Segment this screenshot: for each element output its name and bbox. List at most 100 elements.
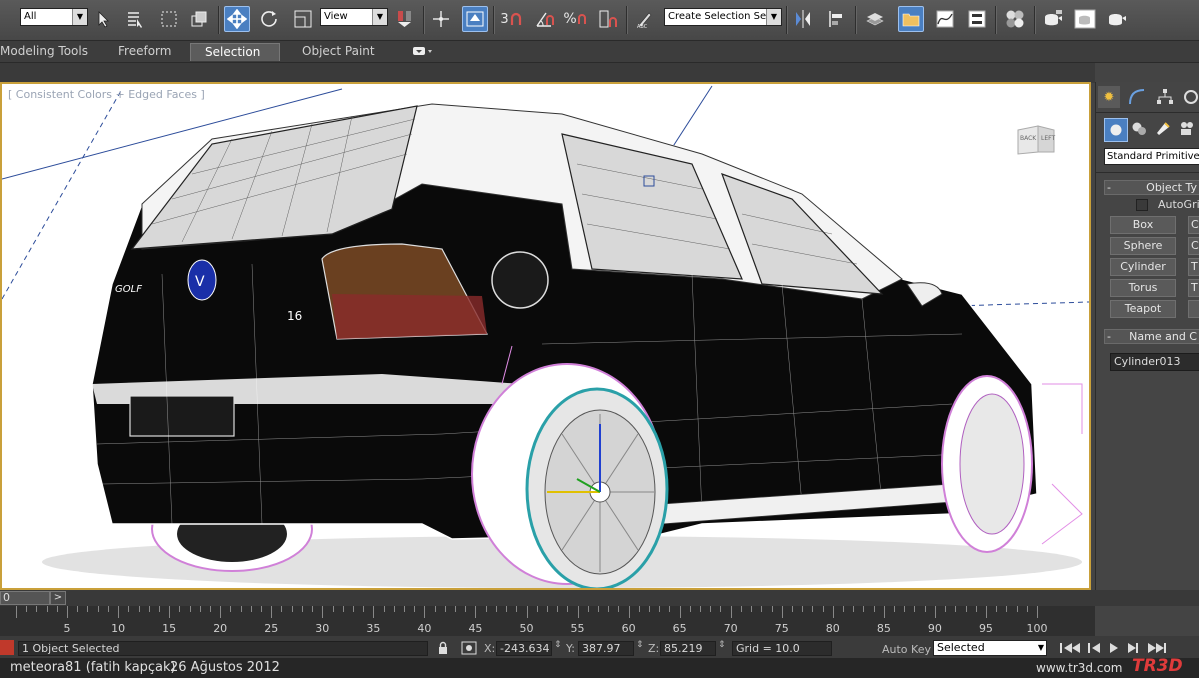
selection-filter-dropdown[interactable]: All ▼ (20, 8, 88, 26)
cylinder-button[interactable]: Cylinder (1110, 258, 1176, 276)
timeline-tick (1026, 606, 1028, 612)
timeline-tick (700, 606, 702, 612)
timeline-tick (649, 606, 651, 612)
box-button[interactable]: Box (1110, 216, 1176, 234)
lights-icon[interactable] (1152, 118, 1174, 140)
x-value: -243.634 (500, 642, 550, 655)
timeline-tick (363, 606, 365, 612)
geometry-icon[interactable] (1104, 118, 1128, 142)
align-icon[interactable] (824, 6, 850, 32)
rect-region-icon[interactable] (156, 6, 182, 32)
ref-coord-value: View (324, 11, 348, 22)
timeline-tick (97, 606, 99, 612)
manipulate-icon[interactable] (428, 6, 454, 32)
curve-editor-icon[interactable] (932, 6, 958, 32)
golf-badge-text: GOLF (115, 284, 142, 295)
select-rotate-icon[interactable] (256, 6, 282, 32)
render-setup-icon[interactable] (1040, 6, 1066, 32)
timeline-tick (802, 606, 804, 612)
z-spinner-icon[interactable]: ⇕ (718, 640, 726, 650)
render-icon[interactable] (1104, 6, 1130, 32)
y-coordinate-field[interactable]: 387.97 (578, 641, 634, 656)
cone-button[interactable]: C (1188, 216, 1199, 234)
z-coordinate-field[interactable]: 85.219 (660, 641, 716, 656)
keyboard-shortcut-override-icon[interactable] (462, 6, 488, 32)
perspective-viewport[interactable]: V GOLF 16 [Consistent Colors + Edged Fa… (0, 82, 1091, 590)
angle-snap-icon[interactable] (532, 6, 558, 32)
timeline-label: 25 (264, 622, 279, 635)
rendered-frame-icon[interactable] (1072, 6, 1098, 32)
primitive-type-value: Standard Primitives (1107, 151, 1199, 162)
percent-snap-icon[interactable]: % (562, 6, 588, 32)
timeline-label: 10 (111, 622, 126, 635)
select-move-icon[interactable] (224, 6, 250, 32)
object-name-field[interactable]: Cylinder013 (1110, 353, 1199, 371)
autogrid-checkbox[interactable] (1136, 199, 1148, 211)
plane-button[interactable] (1188, 300, 1199, 318)
named-selection-dropdown[interactable]: Create Selection Se ▼ (664, 8, 782, 26)
timeline-tick (444, 606, 446, 612)
cameras-icon[interactable] (1176, 118, 1198, 140)
select-by-name-icon[interactable] (122, 6, 148, 32)
graphite-tools-icon[interactable] (898, 6, 924, 32)
viewport-label[interactable]: [ Consistent Colors + Edged Faces ] (8, 88, 205, 101)
y-spinner-icon[interactable]: ⇕ (636, 640, 644, 650)
next-frame-icon[interactable]: > (50, 591, 66, 605)
pivot-icon[interactable] (392, 6, 418, 32)
tab-object-paint[interactable]: Object Paint (288, 43, 389, 60)
timeline-tick (271, 606, 273, 618)
key-filter-dropdown[interactable]: Selected ▼ (933, 640, 1047, 656)
timeline-tick (250, 606, 252, 612)
modify-tab-icon[interactable] (1126, 86, 1148, 108)
schematic-view-icon[interactable] (964, 6, 990, 32)
tab-modeling-tools[interactable]: Modeling Tools (0, 43, 102, 60)
pyramid-button[interactable]: T (1188, 279, 1199, 297)
tab-selection[interactable]: Selection (190, 43, 280, 61)
time-slider[interactable]: 0 > (0, 590, 1199, 606)
edit-named-sets-icon[interactable]: ABC (632, 6, 658, 32)
button-label: Box (1132, 218, 1154, 231)
create-tab-icon[interactable]: ✹ (1098, 86, 1120, 108)
absolute-mode-icon[interactable] (460, 640, 478, 656)
name-color-rollout[interactable]: - Name and C (1104, 329, 1199, 344)
chevron-down-icon: ▼ (372, 9, 387, 25)
geosphere-button[interactable]: C (1188, 237, 1199, 255)
window-crossing-icon[interactable] (186, 6, 212, 32)
timeline-track[interactable]: 5 10 15 20 25 30 35 40 45 50 55 60 65 70 75 80 85 90 95 100 (0, 606, 1095, 636)
ref-coord-dropdown[interactable]: View ▼ (320, 8, 388, 26)
credit-bar: meteora81 (fatih kapçak) 26 Ağustos 2012… (0, 656, 1199, 678)
auto-key-button[interactable]: Auto Key (882, 643, 931, 656)
select-scale-icon[interactable] (290, 6, 316, 32)
object-type-rollout[interactable]: - Object Ty (1104, 180, 1199, 195)
toolbar-separator (855, 6, 857, 34)
tab-freeform[interactable]: Freeform (104, 43, 185, 60)
timeline-label: 60 (621, 622, 636, 635)
timeline-label: 65 (672, 622, 687, 635)
site-link[interactable]: www.tr3d.com (1036, 661, 1123, 675)
primitive-type-dropdown[interactable]: Standard Primitives (1104, 148, 1199, 165)
lock-selection-icon[interactable] (436, 641, 450, 655)
snaps-icon[interactable]: 3 (498, 6, 524, 32)
toolbar-separator (493, 6, 495, 34)
time-slider-handle[interactable]: 0 (0, 591, 50, 605)
timeline-tick (26, 606, 28, 612)
spinner-snap-icon[interactable] (594, 6, 620, 32)
motion-tab-icon[interactable] (1180, 86, 1199, 108)
hierarchy-tab-icon[interactable] (1154, 86, 1176, 108)
torus-button[interactable]: Torus (1110, 279, 1176, 297)
shapes-icon[interactable] (1128, 118, 1150, 140)
sphere-button[interactable]: Sphere (1110, 237, 1176, 255)
tube-button[interactable]: T (1188, 258, 1199, 276)
material-editor-icon[interactable] (1002, 6, 1028, 32)
timeline-label: 100 (1026, 622, 1048, 635)
viewcube[interactable]: BACK LEFT (1014, 122, 1058, 160)
grid-size: Grid = 10.0 (736, 642, 800, 655)
layer-manager-icon[interactable] (862, 6, 888, 32)
ribbon-minimize-icon[interactable] (412, 46, 434, 58)
teapot-button[interactable]: Teapot (1110, 300, 1176, 318)
select-object-icon[interactable] (92, 6, 118, 32)
x-spinner-icon[interactable]: ⇕ (554, 640, 562, 650)
maxscript-listener-icon[interactable] (0, 640, 14, 655)
x-coordinate-field[interactable]: -243.634 (496, 641, 552, 656)
mirror-tool-icon[interactable] (790, 6, 816, 32)
